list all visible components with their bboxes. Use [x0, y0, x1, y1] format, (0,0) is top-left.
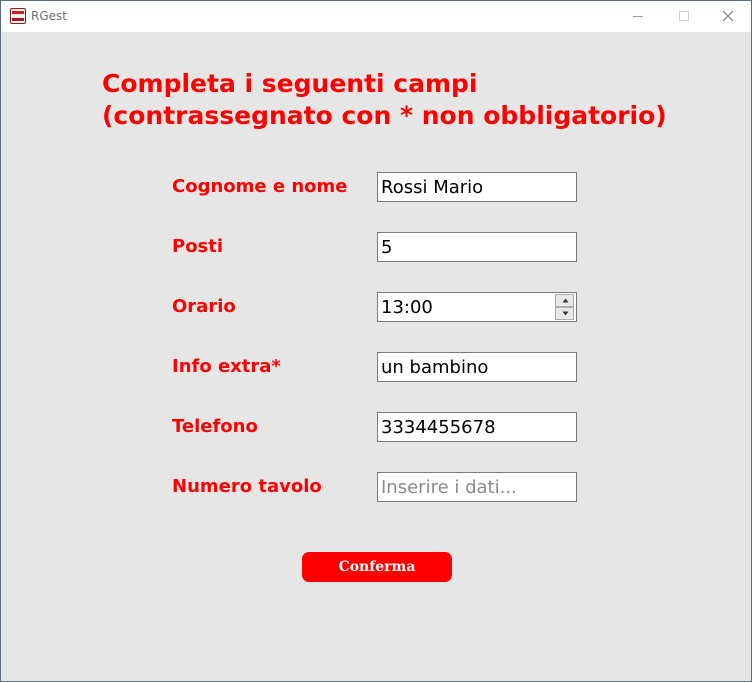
app-icon: [10, 8, 26, 24]
name-input[interactable]: [377, 172, 577, 202]
time-increment-button[interactable]: [555, 294, 574, 307]
form-heading: Completa i seguenti campi (contrassegnat…: [102, 68, 722, 132]
seats-label: Posti: [172, 236, 224, 257]
heading-line-1: Completa i seguenti campi: [102, 69, 478, 98]
time-spinner: [554, 293, 575, 321]
seats-input[interactable]: [377, 232, 577, 262]
name-label: Cognome e nome: [172, 176, 348, 197]
time-decrement-button[interactable]: [555, 307, 574, 320]
time-input[interactable]: [377, 292, 577, 322]
maximize-icon: [679, 11, 689, 21]
phone-label: Telefono: [172, 416, 258, 437]
confirm-button[interactable]: Conferma: [302, 552, 452, 582]
app-window: RGest Completa i seguenti campi (contras…: [0, 0, 752, 682]
minimize-button[interactable]: [615, 1, 661, 32]
maximize-button[interactable]: [661, 1, 707, 32]
table-number-label: Numero tavolo: [172, 476, 322, 497]
extra-info-input[interactable]: [377, 352, 577, 382]
phone-input[interactable]: [377, 412, 577, 442]
window-title: RGest: [31, 9, 67, 23]
close-button[interactable]: [705, 1, 751, 32]
heading-line-2: (contrassegnato con * non obbligatorio): [102, 101, 667, 130]
close-icon: [722, 10, 734, 22]
title-bar[interactable]: RGest: [1, 1, 751, 32]
table-number-input[interactable]: [377, 472, 577, 502]
chevron-down-icon: [562, 311, 569, 316]
chevron-up-icon: [562, 298, 569, 303]
time-label: Orario: [172, 296, 236, 317]
extra-info-label: Info extra*: [172, 356, 281, 377]
minimize-icon: [633, 16, 643, 17]
